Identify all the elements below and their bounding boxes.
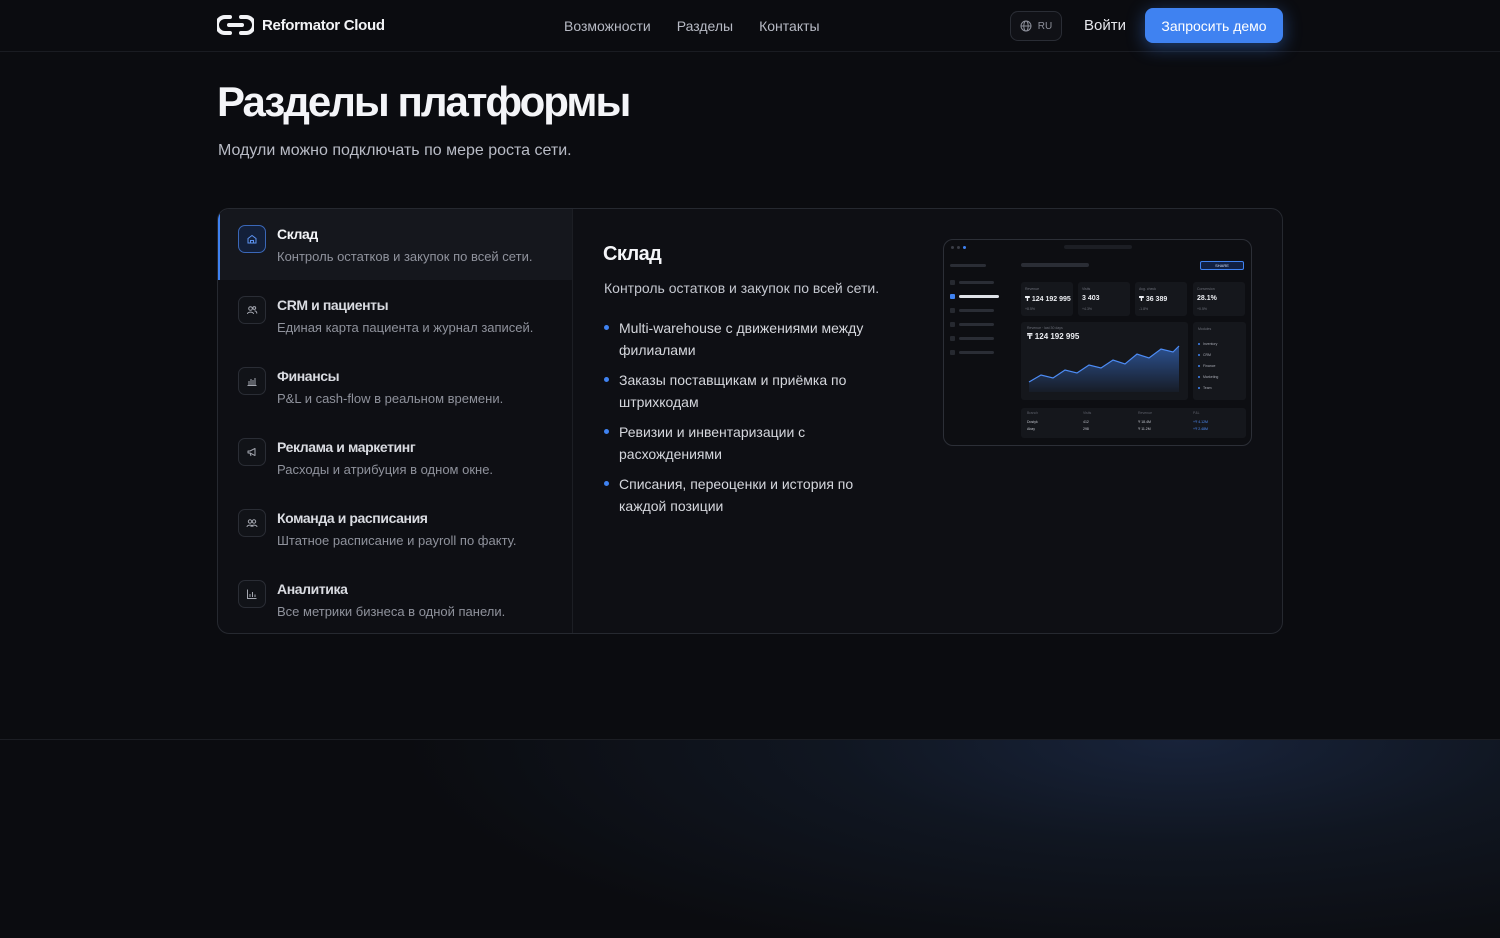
finance-chart-icon: [238, 367, 266, 395]
tab-description: Все метрики бизнеса в одной панели.: [277, 604, 506, 619]
tab-title: Реклама и маркетинг: [277, 439, 416, 455]
kpi-card: Avg. check ₸ 36 389 -1.8%: [1135, 282, 1187, 316]
tab-finance[interactable]: Финансы P&L и cash-flow в реальном време…: [218, 351, 572, 422]
revenue-chart: Revenue · last 30 days ₸ 124 192 995: [1021, 322, 1188, 400]
warehouse-icon: [238, 225, 266, 253]
tab-warehouse[interactable]: Склад Контроль остатков и закупок по все…: [218, 209, 572, 280]
share-button: SHARE: [1200, 261, 1244, 270]
feature-item: Ревизии и инвентаризации с расхождениями: [604, 421, 904, 465]
detail-title: Склад: [603, 243, 662, 265]
tab-analytics[interactable]: Аналитика Все метрики бизнеса в одной па…: [218, 564, 572, 633]
tab-title: CRM и пациенты: [277, 297, 389, 313]
detail-description: Контроль остатков и закупок по всей сети…: [604, 280, 880, 296]
preview-sidebar: [950, 264, 1010, 384]
language-code: RU: [1037, 20, 1053, 32]
tab-crm[interactable]: CRM и пациенты Единая карта пациента и ж…: [218, 280, 572, 351]
nav-link-sections[interactable]: Разделы: [677, 18, 733, 34]
tab-marketing[interactable]: Реклама и маркетинг Расходы и атрибуция …: [218, 422, 572, 493]
megaphone-icon: [238, 438, 266, 466]
modules-list: Modules Inventory CRM Finance Marketing …: [1193, 322, 1246, 400]
page-subtitle: Модули можно подключать по мере роста се…: [218, 142, 572, 159]
tab-description: P&L и cash-flow в реальном времени.: [277, 391, 504, 406]
feature-item: Multi-warehouse с движениями между филиа…: [604, 317, 904, 361]
nav-link-features[interactable]: Возможности: [564, 18, 651, 34]
nav-link-contacts[interactable]: Контакты: [759, 18, 819, 34]
analytics-icon: [238, 580, 266, 608]
tab-description: Штатное расписание и payroll по факту.: [277, 533, 517, 548]
tab-title: Склад: [277, 226, 318, 242]
main-nav: Возможности Разделы Контакты: [564, 18, 820, 34]
kpi-card: Revenue ₸ 124 192 995 +8.5%: [1021, 282, 1073, 316]
team-icon: [238, 509, 266, 537]
users-icon: [238, 296, 266, 324]
globe-icon: [1020, 20, 1032, 32]
window-dots: [951, 246, 966, 249]
feature-list: Multi-warehouse с движениями между филиа…: [604, 317, 904, 525]
feature-item: Заказы поставщикам и приёмка по штрихкод…: [604, 369, 904, 413]
tab-description: Контроль остатков и закупок по всей сети…: [277, 249, 533, 264]
branch-table: Branch Visits Revenue P&L Dostyk 412 ₸ 1…: [1021, 408, 1246, 438]
tab-title: Команда и расписания: [277, 510, 428, 526]
login-link[interactable]: Войти: [1084, 17, 1126, 34]
tab-title: Аналитика: [277, 581, 348, 597]
dashboard-preview: SHARE Revenue ₸ 124 192 995 +8.5% Visits…: [943, 239, 1252, 446]
kpi-card: Visits 3 403 +4.3%: [1078, 282, 1130, 316]
feature-item: Списания, переоценки и история по каждой…: [604, 473, 904, 517]
address-bar: [1064, 245, 1132, 249]
tab-title: Финансы: [277, 368, 340, 384]
section-tabs: Склад Контроль остатков и закупок по все…: [218, 209, 573, 633]
top-navbar: Reformator Cloud Возможности Разделы Кон…: [0, 0, 1500, 52]
brand-name: Reformator Cloud: [262, 16, 385, 34]
preview-heading-bar: [1021, 263, 1089, 267]
request-demo-button[interactable]: Запросить демо: [1145, 8, 1283, 43]
platform-sections-card: Склад Контроль остатков и закупок по все…: [217, 208, 1283, 634]
tab-description: Расходы и атрибуция в одном окне.: [277, 462, 494, 477]
logo-icon: [217, 15, 254, 35]
brand-logo[interactable]: Reformator Cloud: [217, 14, 385, 36]
next-section-background: [0, 739, 1500, 938]
language-switcher[interactable]: RU: [1010, 11, 1062, 41]
page-title: Разделы платформы: [217, 78, 631, 125]
kpi-card: Conversion 28.1% +0.5%: [1193, 282, 1245, 316]
tab-team[interactable]: Команда и расписания Штатное расписание …: [218, 493, 572, 564]
tab-description: Единая карта пациента и журнал записей.: [277, 320, 534, 335]
